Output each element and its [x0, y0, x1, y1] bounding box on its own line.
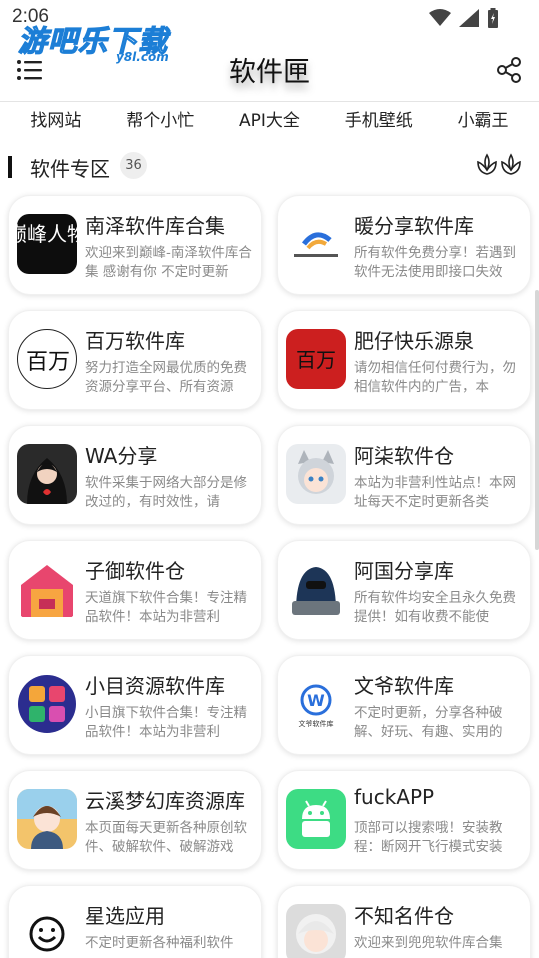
- card-description: 努力打造全网最优质的免费资源分享平台、所有资源: [85, 360, 247, 395]
- card-title: 小目资源软件库: [85, 674, 225, 698]
- android-icon: [286, 789, 346, 849]
- software-card[interactable]: WA分享 软件采集于网络大部分是修改过的，有时效性，请: [8, 425, 262, 525]
- tab-help[interactable]: 帮个小忙: [126, 106, 194, 131]
- software-card[interactable]: 不知名件仓 欢迎来到兜兜软件库合集: [277, 885, 531, 958]
- tab-xiaobawang[interactable]: 小霸王: [458, 106, 509, 131]
- software-card[interactable]: 云溪梦幻库资源库 本页面每天更新各种原创软件、破解软件、破解游戏: [8, 770, 262, 870]
- apps-circle-icon: [17, 674, 77, 734]
- software-card[interactable]: 子御软件仓 天道旗下软件合集！专注精品软件！本站为非营利: [8, 540, 262, 640]
- card-description: 所有软件均安全且永久免费提供！如有收费不能使: [354, 590, 516, 625]
- hoodie-avatar-icon: [17, 444, 77, 504]
- card-title: 肥仔快乐源泉: [354, 329, 474, 353]
- card-title: 南泽软件库合集: [85, 214, 225, 238]
- card-title: 不知名件仓: [354, 904, 454, 928]
- section-accent-bar: [8, 156, 12, 178]
- card-title: 子御软件仓: [85, 559, 185, 583]
- icon-label: 百万: [296, 348, 336, 372]
- card-description: 本页面每天更新各种原创软件、破解软件、破解游戏: [85, 820, 247, 855]
- header-divider: [0, 101, 539, 102]
- section-count-badge: 36: [120, 152, 147, 179]
- software-card[interactable]: 星选应用 不定时更新各种福利软件: [8, 885, 262, 958]
- card-description: 所有软件免费分享！若遇到软件无法使用即接口失效: [354, 245, 516, 280]
- page-title: 软件匣: [229, 57, 310, 88]
- card-title: 阿柒软件仓: [354, 444, 454, 468]
- nuan-logo-icon: [286, 214, 346, 274]
- wifi-icon: [429, 9, 451, 26]
- status-icons: [429, 8, 499, 28]
- software-card[interactable]: 阿柒软件仓 本站为非营利性站点！本网址每天不定时更新各类: [277, 425, 531, 525]
- nav-tabs: 找网站 帮个小忙 API大全 手机壁纸 小霸王: [0, 104, 539, 132]
- software-card[interactable]: 小目资源软件库 小目旗下软件合集！专注精品软件！本站为非营利: [8, 655, 262, 755]
- tab-wallpaper[interactable]: 手机壁纸: [345, 106, 413, 131]
- anime-white-hair-icon: [286, 904, 346, 958]
- card-title: 星选应用: [85, 904, 165, 928]
- baiwan-logo-icon: 百万: [17, 329, 77, 389]
- battery-icon: [488, 8, 498, 28]
- signal-icon: [459, 9, 479, 27]
- icon-label: 文爷软件库: [299, 719, 334, 728]
- software-card[interactable]: W 文爷软件库 文爷软件库 不定时更新，分享各种破解、好玩、有趣、实用的: [277, 655, 531, 755]
- anime-boy-icon: [17, 789, 77, 849]
- card-title: WA分享: [85, 444, 158, 468]
- card-description: 不定时更新各种福利软件: [85, 935, 234, 951]
- card-title: 云溪梦幻库资源库: [85, 789, 245, 813]
- share-button[interactable]: [495, 56, 523, 84]
- section-title: 软件专区: [30, 157, 110, 181]
- card-description: 顶部可以搜索哦！安装教程：断网开飞行模式安装: [354, 820, 503, 855]
- anime-cat-girl-icon: [286, 444, 346, 504]
- tab-find-website[interactable]: 找网站: [30, 106, 81, 131]
- tab-api[interactable]: API大全: [239, 106, 300, 131]
- card-description: 欢迎来到兜兜软件库合集: [354, 935, 503, 951]
- smiley-icon: [17, 904, 77, 958]
- card-description: 不定时更新，分享各种破解、好玩、有趣、实用的: [354, 705, 503, 740]
- card-title: fuckAPP: [354, 785, 435, 809]
- scrollbar[interactable]: [535, 290, 539, 550]
- card-description: 欢迎来到巅峰-南泽软件库合集 感谢有你 不定时更新: [85, 245, 252, 280]
- calligraphy-icon: 巅峰人物: [17, 214, 77, 274]
- software-card[interactable]: 百万 肥仔快乐源泉 请勿相信任何付费行为，勿相信软件内的广告，本: [277, 310, 531, 410]
- card-title: 百万软件库: [85, 329, 185, 353]
- card-title: 暖分享软件库: [354, 214, 474, 238]
- lotus-icon[interactable]: [475, 152, 523, 178]
- card-description: 软件采集于网络大部分是修改过的，有时效性，请: [85, 475, 247, 510]
- icon-label-top: 巅峰人物: [17, 222, 77, 246]
- software-card[interactable]: 巅峰人物 南泽软件库合集 欢迎来到巅峰-南泽软件库合集 感谢有你 不定时更新: [8, 195, 262, 295]
- house-logo-icon: [17, 559, 77, 619]
- hacker-icon: [286, 559, 346, 619]
- card-description: 天道旗下软件合集！专注精品软件！本站为非营利: [85, 590, 247, 625]
- software-card[interactable]: fuckAPP 顶部可以搜索哦！安装教程：断网开飞行模式安装: [277, 770, 531, 870]
- section-header: 软件专区 36: [0, 150, 539, 182]
- card-title: 阿国分享库: [354, 559, 454, 583]
- feizai-logo-icon: 百万: [286, 329, 346, 389]
- icon-label: 百万: [26, 350, 70, 375]
- card-title: 文爷软件库: [354, 674, 454, 698]
- software-card[interactable]: 百万 百万软件库 努力打造全网最优质的免费资源分享平台、所有资源: [8, 310, 262, 410]
- card-description: 小目旗下软件合集！专注精品软件！本站为非营利: [85, 705, 247, 740]
- card-description: 请勿相信任何付费行为，勿相信软件内的广告，本: [354, 360, 516, 395]
- software-card[interactable]: 阿国分享库 所有软件均安全且永久免费提供！如有收费不能使: [277, 540, 531, 640]
- card-description: 本站为非营利性站点！本网址每天不定时更新各类: [354, 475, 516, 510]
- svg-text:W: W: [307, 691, 325, 710]
- software-card[interactable]: 暖分享软件库 所有软件免费分享！若遇到软件无法使用即接口失效: [277, 195, 531, 295]
- share-icon: [497, 57, 521, 83]
- wenye-logo-icon: W 文爷软件库: [286, 674, 346, 734]
